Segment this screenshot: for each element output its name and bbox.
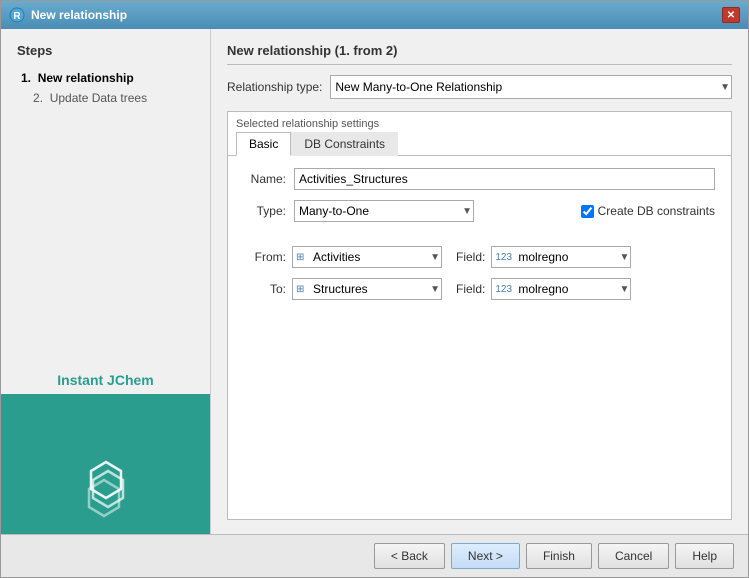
settings-box: Selected relationship settings Basic DB …: [227, 111, 732, 520]
brand-bg: [1, 394, 210, 534]
to-field-select[interactable]: molregno: [491, 278, 631, 300]
title-bar: R New relationship ✕: [1, 1, 748, 29]
new-relationship-dialog: R New relationship ✕ Steps 1. New relati…: [0, 0, 749, 578]
finish-button[interactable]: Finish: [526, 543, 592, 569]
right-panel: New relationship (1. from 2) Relationshi…: [211, 29, 748, 534]
footer: < Back Next > Finish Cancel Help: [1, 534, 748, 577]
from-select-wrapper: ⊞ Activities ▼: [292, 246, 442, 268]
type-row: Type: Many-to-One ▼ Create DB constraint…: [244, 200, 715, 222]
rel-type-label: Relationship type:: [227, 80, 322, 94]
db-constraint-row: Create DB constraints: [581, 204, 715, 218]
form-area: Name: Type: Many-to-One ▼: [228, 156, 731, 312]
relationship-type-row: Relationship type: New Many-to-One Relat…: [227, 75, 732, 99]
create-db-checkbox[interactable]: [581, 205, 594, 218]
from-field-label: Field:: [456, 250, 485, 264]
steps-section: Steps 1. New relationship 2. Update Data…: [1, 29, 210, 366]
tab-db-constraints[interactable]: DB Constraints: [291, 132, 398, 156]
help-button[interactable]: Help: [675, 543, 734, 569]
to-label: To:: [244, 282, 286, 296]
from-label: From:: [244, 250, 286, 264]
back-button[interactable]: < Back: [374, 543, 445, 569]
branding-area: Instant JChem: [1, 366, 210, 534]
next-button[interactable]: Next >: [451, 543, 520, 569]
rel-type-select-wrapper: New Many-to-One Relationship ▼: [330, 75, 732, 99]
tab-basic[interactable]: Basic: [236, 132, 291, 156]
to-select[interactable]: Structures: [292, 278, 442, 300]
to-select-wrapper: ⊞ Structures ▼: [292, 278, 442, 300]
type-select[interactable]: Many-to-One: [294, 200, 474, 222]
to-row: To: ⊞ Structures ▼ Field: 123: [244, 278, 715, 300]
type-select-wrapper: Many-to-One ▼: [294, 200, 474, 222]
settings-label: Selected relationship settings: [228, 112, 731, 132]
molecule-icon: [71, 454, 141, 524]
to-field-select-wrapper: 123 molregno ▼: [491, 278, 631, 300]
step-2-item[interactable]: 2. Update Data trees: [17, 88, 194, 108]
step-1-item[interactable]: 1. New relationship: [17, 68, 194, 88]
spacer: [244, 232, 715, 236]
main-content: Steps 1. New relationship 2. Update Data…: [1, 29, 748, 534]
cancel-button[interactable]: Cancel: [598, 543, 669, 569]
brand-label: Instant JChem: [1, 366, 210, 394]
close-button[interactable]: ✕: [722, 7, 740, 23]
from-select[interactable]: Activities: [292, 246, 442, 268]
name-label: Name:: [244, 172, 286, 186]
dialog-title: New relationship: [31, 8, 127, 22]
name-row: Name:: [244, 168, 715, 190]
sidebar: Steps 1. New relationship 2. Update Data…: [1, 29, 211, 534]
steps-title: Steps: [17, 43, 194, 58]
tabs: Basic DB Constraints: [228, 132, 731, 156]
rel-type-select[interactable]: New Many-to-One Relationship: [330, 75, 732, 99]
create-db-label: Create DB constraints: [598, 204, 715, 218]
title-bar-left: R New relationship: [9, 7, 127, 23]
from-field-select-wrapper: 123 molregno ▼: [491, 246, 631, 268]
panel-title: New relationship (1. from 2): [227, 43, 732, 65]
from-field-select[interactable]: molregno: [491, 246, 631, 268]
type-label: Type:: [244, 204, 286, 218]
name-input[interactable]: [294, 168, 715, 190]
from-row: From: ⊞ Activities ▼ Field: 123: [244, 246, 715, 268]
dialog-icon: R: [9, 7, 25, 23]
to-field-label: Field:: [456, 282, 485, 296]
svg-text:R: R: [13, 11, 21, 22]
